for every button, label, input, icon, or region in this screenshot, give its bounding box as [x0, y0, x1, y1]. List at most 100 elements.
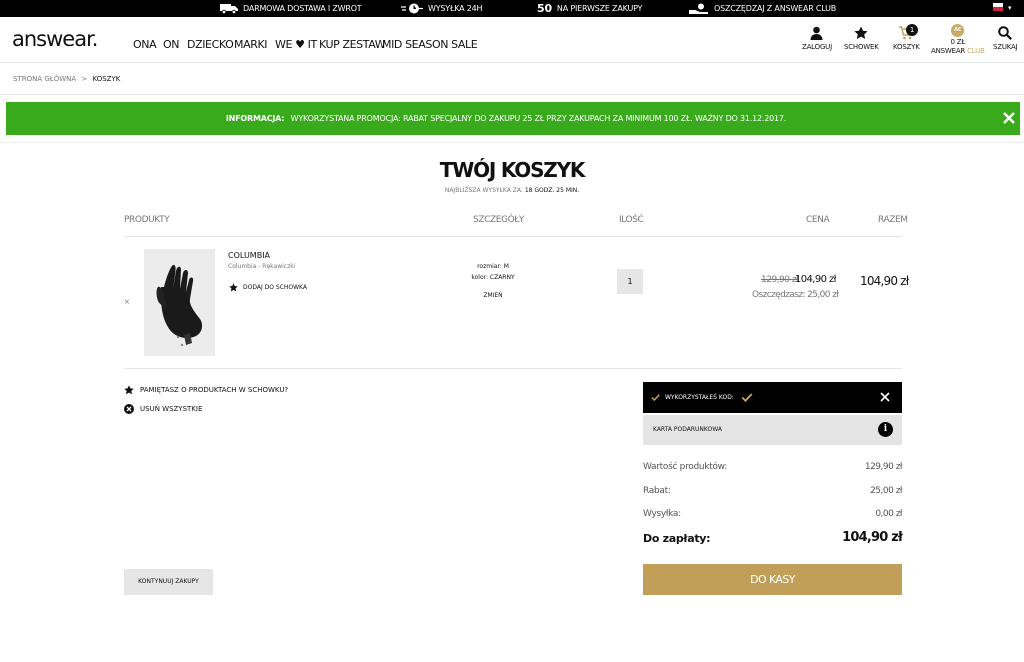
club-label: Answear Club [931, 47, 985, 55]
breadcrumb-home[interactable]: Strona główna [13, 75, 76, 83]
promo-code-label: Wykorzystałeś kod: [665, 394, 734, 401]
product-brand[interactable]: COLUMBIA [228, 251, 270, 260]
club-label-b: Club [967, 47, 985, 55]
nav-item-ona[interactable]: ONA [133, 38, 157, 51]
search-label: Szukaj [993, 43, 1018, 51]
summary-value-products: 129,90 zł [864, 462, 903, 472]
divider [0, 94, 1024, 95]
continue-shopping-button[interactable]: Kontynuuj zakupy [124, 569, 213, 595]
nav-item-dziecko[interactable]: DZIECKO [187, 38, 234, 51]
perk-label: Na pierwsze zakupy [556, 4, 643, 13]
close-circle-icon [124, 404, 134, 414]
chevron-down-icon[interactable]: ▾ [1008, 4, 1012, 12]
remove-item-button[interactable]: × [124, 297, 130, 308]
old-price: 129,90 zł [761, 275, 799, 285]
current-price: 104,90 zł [795, 274, 836, 285]
product-name[interactable]: Columbia - Rękawiczki [228, 263, 295, 270]
col-products: Produkty [124, 215, 170, 225]
perk-label: Oszczędzaj z Answear Club [714, 4, 837, 13]
gift-card-label: Karta podarunkowa [653, 426, 722, 433]
shipping-countdown: Najbliższa wysyłka za: 18 godz. 25 min. [0, 187, 1024, 194]
cart-count-badge: 1 [906, 24, 918, 36]
pl-flag-icon[interactable] [993, 3, 1003, 11]
nav-item-kup-zestaw[interactable]: KUP ZESTAW [319, 38, 386, 51]
promo-code-box: Wykorzystałeś kod: [643, 382, 902, 413]
summary-label-products: Wartość produktów: [643, 462, 727, 472]
banner-label: Informacja: [225, 114, 285, 123]
summary-label-shipping: Wysyłka: [643, 509, 681, 519]
info-banner: Informacja: Wykorzystana promocja: Rabat… [6, 102, 1020, 135]
search-icon [998, 26, 1013, 40]
search-button[interactable]: Szukaj [993, 26, 1018, 51]
checkout-button[interactable]: Do kasy [643, 564, 902, 595]
perk-label: Wysyłka 24h [428, 4, 483, 13]
close-icon[interactable] [1002, 111, 1016, 125]
promo-code-text: Wykorzystałeś kod: [651, 393, 753, 402]
remove-all-label: Usuń wszystkie [140, 405, 203, 413]
user-icon [810, 26, 823, 40]
login-button[interactable]: Zaloguj [802, 26, 832, 51]
hand-coin-icon [689, 3, 708, 14]
wishlist-link-label: Dodaj do schowka [243, 284, 307, 291]
truck-icon [220, 4, 238, 14]
wishlist-button[interactable]: Schowek [844, 26, 879, 51]
perk-free-delivery[interactable]: Darmowa dostawa i zwrot [220, 0, 362, 17]
divider [124, 368, 902, 369]
col-qty: Ilość [619, 215, 644, 225]
summary-value-shipping: 0,00 zł [875, 509, 902, 519]
remember-wishlist-link[interactable]: Pamiętasz o produktach w schowku? [124, 385, 288, 395]
row-total: 104,90 zł [860, 274, 909, 288]
club-coin-icon: AC [951, 24, 965, 37]
product-image[interactable] [144, 249, 215, 356]
shipping-time: 18 godz. 25 min. [524, 187, 580, 194]
summary-value-discount: 25,00 zł [870, 486, 902, 496]
perk-answear-club[interactable]: Oszczędzaj z Answear Club [689, 0, 836, 17]
remove-all-button[interactable]: Usuń wszystkie [124, 404, 202, 414]
star-icon [229, 283, 238, 292]
banner-text: Informacja: Wykorzystana promocja: Rabat… [6, 114, 1006, 123]
logo[interactable]: answear. [12, 27, 98, 51]
login-label: Zaloguj [802, 43, 832, 51]
perk-label: Darmowa dostawa i zwrot [243, 4, 362, 13]
nav-item-we-love-it[interactable]: WE ♥ IT [275, 38, 317, 51]
divider [0, 142, 1024, 143]
product-size: rozmiar: M [477, 263, 509, 270]
perk-first-purchase[interactable]: 50 Na pierwsze zakupy [537, 0, 642, 17]
breadcrumb-separator: > [81, 75, 88, 83]
divider [124, 236, 902, 237]
star-icon [854, 26, 868, 39]
close-icon[interactable] [879, 391, 891, 403]
glove-image [156, 264, 203, 347]
banner-message: Wykorzystana promocja: Rabat specjalny d… [290, 114, 787, 123]
fast-delivery-icon [401, 3, 423, 14]
check-icon [741, 393, 753, 402]
remember-label: Pamiętasz o produktach w schowku? [140, 386, 289, 394]
col-price: Cena [806, 215, 830, 225]
to-pay-label: Do zapłaty: [643, 532, 711, 545]
nav-item-marki[interactable]: MARKI [234, 38, 268, 51]
shipping-prefix: Najbliższa wysyłka za: [444, 187, 523, 194]
check-icon [651, 394, 660, 401]
answear-club-button[interactable]: AC 0 zł Answear Club [931, 24, 985, 55]
nav-item-mid-season-sale[interactable]: MID SEASON SALE [382, 38, 478, 51]
nav-item-on[interactable]: ON [163, 38, 179, 51]
wishlist-label: Schowek [844, 43, 879, 51]
col-details: Szczegóły [473, 215, 525, 225]
cart-button[interactable]: 1 Koszyk [893, 24, 920, 51]
change-variant-button[interactable]: Zmień [443, 292, 543, 299]
info-icon[interactable]: i [878, 422, 893, 437]
perk-fast-delivery[interactable]: Wysyłka 24h [401, 0, 483, 17]
club-label-a: Answear [931, 47, 966, 55]
club-points: 0 zł [950, 38, 966, 46]
add-to-wishlist-button[interactable]: Dodaj do schowka [229, 283, 307, 292]
to-pay-value: 104,90 zł [842, 530, 903, 545]
discount-icon: 50 [537, 2, 552, 15]
top-promo-bar: Darmowa dostawa i zwrot Wysyłka 24h 50 N… [0, 0, 1024, 17]
gift-card-row[interactable]: Karta podarunkowa i [643, 415, 902, 445]
page-title: Twój koszyk [439, 158, 586, 182]
quantity-field[interactable]: 1 [617, 269, 643, 294]
cart-label: Koszyk [893, 43, 920, 51]
breadcrumb-current: Koszyk [92, 75, 121, 83]
breadcrumb: Strona główna > Koszyk [13, 75, 120, 83]
main-header: answear. ONA ON DZIECKO MARKI WE ♥ IT KU… [0, 17, 1024, 63]
